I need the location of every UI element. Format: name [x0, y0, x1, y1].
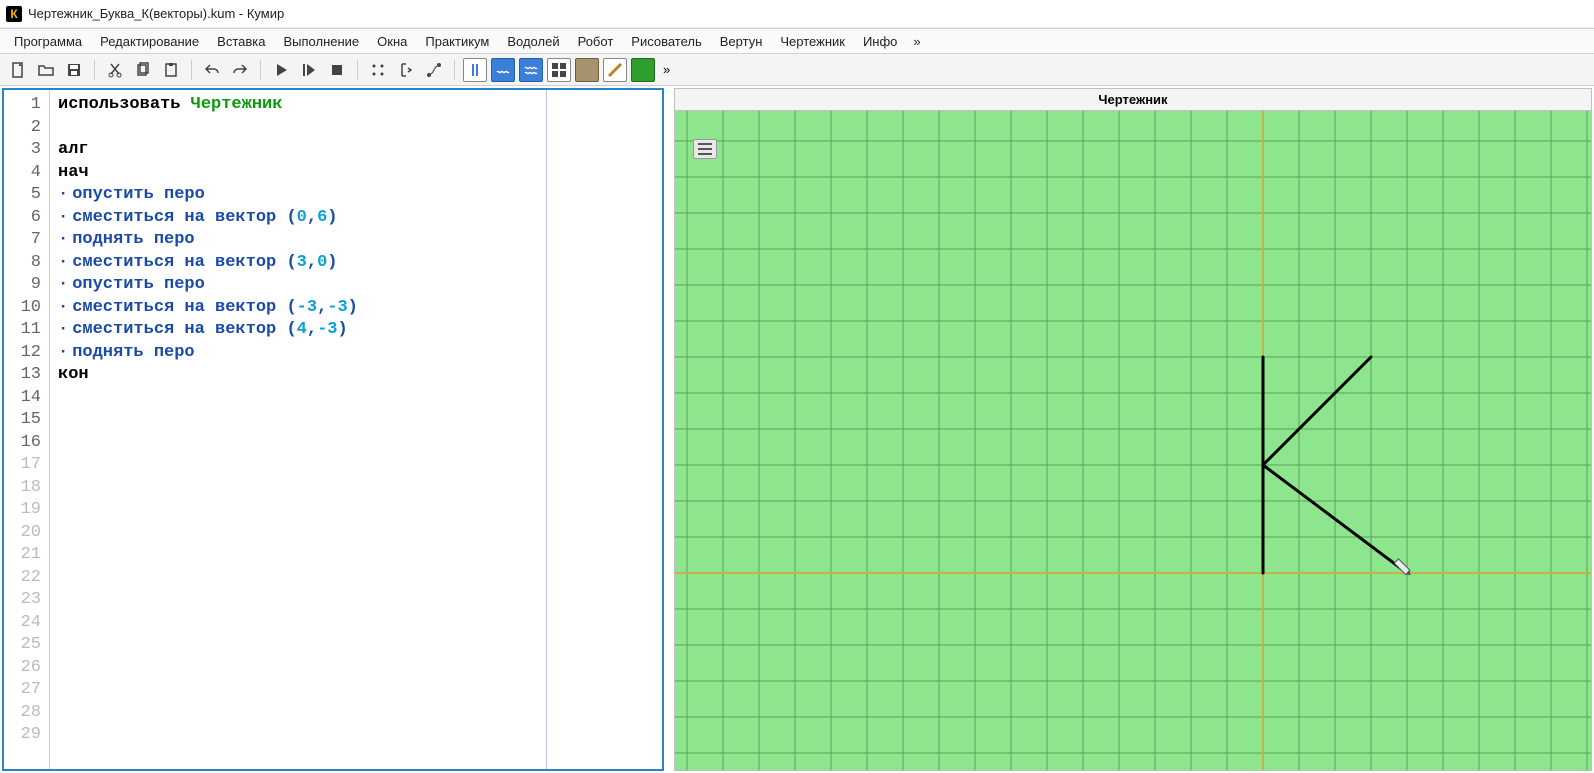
menu-item-0[interactable]: Программа: [6, 31, 90, 52]
menu-overflow[interactable]: »: [907, 31, 926, 52]
canvas-title: Чертежник: [675, 89, 1591, 111]
actor-vertun-icon[interactable]: [547, 58, 571, 82]
toolbar-overflow[interactable]: »: [659, 62, 674, 77]
code-line[interactable]: [58, 117, 538, 140]
actor-extra-icon[interactable]: [631, 58, 655, 82]
code-line[interactable]: [58, 589, 538, 612]
canvas[interactable]: [675, 111, 1591, 770]
code-line[interactable]: [58, 409, 538, 432]
code-line[interactable]: · сместиться на вектор (4,-3): [58, 319, 538, 342]
paste-icon[interactable]: [159, 58, 183, 82]
code-line[interactable]: алг: [58, 139, 538, 162]
code-line[interactable]: [58, 522, 538, 545]
menu-item-4[interactable]: Окна: [369, 31, 415, 52]
code-editor[interactable]: 1234567891011121314151617181920212223242…: [4, 90, 546, 769]
code-line[interactable]: [58, 432, 538, 455]
tool-path-icon[interactable]: [422, 58, 446, 82]
code-line[interactable]: [58, 702, 538, 725]
code-line[interactable]: кон: [58, 364, 538, 387]
menubar: ПрограммаРедактированиеВставкаВыполнение…: [0, 28, 1594, 54]
editor-pane: 1234567891011121314151617181920212223242…: [2, 88, 664, 771]
menu-item-8[interactable]: Рисователь: [623, 31, 709, 52]
code-line[interactable]: [58, 499, 538, 522]
workspace: 1234567891011121314151617181920212223242…: [0, 86, 1594, 773]
code-line[interactable]: · опустить перо: [58, 274, 538, 297]
editor-margin: [546, 90, 662, 769]
menu-item-5[interactable]: Практикум: [417, 31, 497, 52]
code-line[interactable]: · сместиться на вектор (-3,-3): [58, 297, 538, 320]
menu-item-2[interactable]: Вставка: [209, 31, 273, 52]
copy-icon[interactable]: [131, 58, 155, 82]
actor-risovatel-icon[interactable]: [519, 58, 543, 82]
open-file-icon[interactable]: [34, 58, 58, 82]
actor-robot-icon[interactable]: [491, 58, 515, 82]
menu-item-9[interactable]: Вертун: [712, 31, 771, 52]
cut-icon[interactable]: [103, 58, 127, 82]
code-line[interactable]: [58, 477, 538, 500]
menu-item-11[interactable]: Инфо: [855, 31, 905, 52]
menu-item-10[interactable]: Чертежник: [772, 31, 853, 52]
code-line[interactable]: [58, 657, 538, 680]
tool-dots-icon[interactable]: [366, 58, 390, 82]
code-line[interactable]: · сместиться на вектор (3,0): [58, 252, 538, 275]
code-line[interactable]: · сместиться на вектор (0,6): [58, 207, 538, 230]
code-line[interactable]: [58, 612, 538, 635]
code-line[interactable]: [58, 387, 538, 410]
redo-icon[interactable]: [228, 58, 252, 82]
titlebar: К Чертежник_Буква_К(векторы).kum - Кумир: [0, 0, 1594, 28]
code-area[interactable]: использовать Чертежникалгнач· опустить п…: [50, 90, 546, 769]
canvas-menu-button[interactable]: [693, 139, 717, 159]
toolbar: »: [0, 54, 1594, 86]
code-line[interactable]: [58, 454, 538, 477]
tool-bracket-icon[interactable]: [394, 58, 418, 82]
actor-vodoley-icon[interactable]: [463, 58, 487, 82]
undo-icon[interactable]: [200, 58, 224, 82]
run-icon[interactable]: [269, 58, 293, 82]
app-icon: К: [6, 6, 22, 22]
window-title: Чертежник_Буква_К(векторы).kum - Кумир: [28, 6, 284, 21]
line-gutter: 1234567891011121314151617181920212223242…: [4, 90, 50, 769]
code-line[interactable]: [58, 724, 538, 747]
code-line[interactable]: · поднять перо: [58, 342, 538, 365]
code-line[interactable]: использовать Чертежник: [58, 94, 538, 117]
menu-item-3[interactable]: Выполнение: [275, 31, 367, 52]
save-file-icon[interactable]: [62, 58, 86, 82]
menu-item-1[interactable]: Редактирование: [92, 31, 207, 52]
actor-info-icon[interactable]: [603, 58, 627, 82]
code-line[interactable]: [58, 544, 538, 567]
code-line[interactable]: нач: [58, 162, 538, 185]
step-icon[interactable]: [297, 58, 321, 82]
new-file-icon[interactable]: [6, 58, 30, 82]
menu-item-7[interactable]: Робот: [570, 31, 622, 52]
code-line[interactable]: [58, 634, 538, 657]
code-line[interactable]: [58, 567, 538, 590]
stop-icon[interactable]: [325, 58, 349, 82]
code-line[interactable]: · опустить перо: [58, 184, 538, 207]
code-line[interactable]: [58, 679, 538, 702]
canvas-pane: Чертежник: [674, 88, 1592, 771]
menu-item-6[interactable]: Водолей: [499, 31, 567, 52]
actor-cherteznik-icon[interactable]: [575, 58, 599, 82]
code-line[interactable]: · поднять перо: [58, 229, 538, 252]
